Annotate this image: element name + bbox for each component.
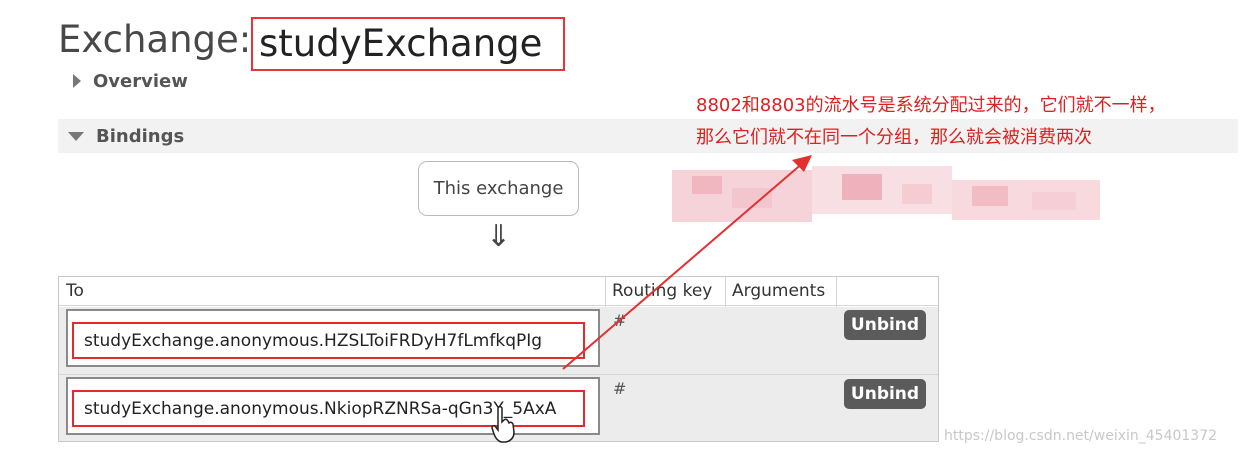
queue-name-highlight[interactable]: studyExchange.anonymous.HZSLToiFRDyH7fLm…	[72, 322, 585, 359]
routing-key-value: #	[613, 311, 627, 330]
column-header-to: To	[66, 281, 84, 301]
hand-cursor-icon	[491, 405, 515, 443]
expand-right-icon	[73, 74, 81, 88]
this-exchange-box: This exchange	[418, 161, 579, 216]
redacted-blur-block	[672, 166, 1100, 222]
collapse-down-icon	[68, 131, 84, 141]
routing-key-value: #	[613, 379, 627, 398]
double-down-arrow-icon: ⇓	[486, 219, 512, 254]
section-overview-label[interactable]: Overview	[93, 71, 188, 92]
table-header: To Routing key Arguments	[59, 277, 938, 306]
table-row: studyExchange.anonymous.HZSLToiFRDyH7fLm…	[59, 307, 938, 374]
column-header-routing-key: Routing key	[612, 281, 713, 301]
section-bindings-label[interactable]: Bindings	[96, 126, 184, 147]
page-title-prefix: Exchange:	[58, 18, 252, 61]
annotation-text: 8802和8803的流水号是系统分配过来的，它们就不一样， 那么它们就不在同一个…	[696, 90, 1236, 154]
exchange-name-highlight: studyExchange	[251, 17, 565, 71]
annotation-line: 8802和8803的流水号是系统分配过来的，它们就不一样，	[696, 95, 1166, 116]
queue-cell[interactable]: studyExchange.anonymous.HZSLToiFRDyH7fLm…	[66, 309, 600, 367]
watermark: https://blog.csdn.net/weixin_45401372	[944, 428, 1218, 444]
unbind-button[interactable]: Unbind	[844, 310, 926, 340]
column-header-arguments: Arguments	[732, 281, 826, 301]
annotation-line: 那么它们就不在同一个分组，那么就会被消费两次	[696, 127, 1092, 148]
page-title: Exchange: studyExchange	[58, 17, 565, 71]
queue-cell[interactable]: studyExchange.anonymous.NkiopRZNRSa-qGn3…	[66, 377, 600, 435]
unbind-button[interactable]: Unbind	[844, 379, 926, 409]
